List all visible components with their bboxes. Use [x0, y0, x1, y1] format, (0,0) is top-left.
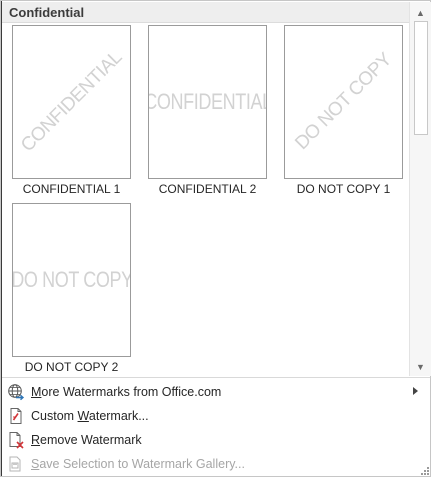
gallery-section-title: Confidential — [9, 5, 85, 20]
watermark-preview-text: CONFIDENTIAL — [16, 47, 126, 157]
scroll-up-arrow-icon[interactable]: ▲ — [410, 4, 431, 22]
save-selection-menu-item: Save Selection to Watermark Gallery... — [2, 453, 430, 476]
scrollbar-thumb[interactable] — [414, 21, 428, 135]
watermark-preview-text: DO NOT COPY — [12, 267, 131, 292]
watermark-thumbnail: CONFIDENTIAL — [12, 25, 131, 179]
gallery-scrollbar[interactable]: ▲ ▼ — [409, 2, 431, 376]
more-watermarks-label: More Watermarks from Office.com — [31, 385, 222, 399]
watermark-caption: CONFIDENTIAL 1 — [22, 182, 121, 196]
remove-document-icon — [7, 431, 25, 449]
scroll-down-arrow-icon[interactable]: ▼ — [410, 358, 431, 376]
watermark-thumbnail: DO NOT COPY — [12, 203, 131, 357]
watermark-caption: CONFIDENTIAL 2 — [158, 182, 257, 196]
submenu-arrow-icon — [413, 387, 418, 395]
remove-watermark-label: Remove Watermark — [31, 433, 142, 447]
save-to-gallery-icon — [7, 455, 25, 473]
custom-document-icon — [7, 407, 25, 425]
more-watermarks-menu-item[interactable]: More Watermarks from Office.com — [2, 381, 430, 404]
watermark-thumbnail: DO NOT COPY — [284, 25, 403, 179]
watermark-thumbnail: CONFIDENTIAL — [148, 25, 267, 179]
globe-arrow-icon — [7, 383, 25, 401]
watermark-preview-text: CONFIDENTIAL — [148, 89, 267, 114]
menu-separator — [2, 377, 430, 378]
custom-watermark-menu-item[interactable]: Custom Watermark... — [2, 405, 430, 428]
watermark-dropdown-panel: Confidential CONFIDENTIAL CONFIDENTIAL 1… — [0, 0, 431, 477]
custom-watermark-label: Custom Watermark... — [31, 409, 149, 423]
watermark-caption: DO NOT COPY 1 — [296, 182, 391, 196]
gallery-section-header: Confidential — [2, 2, 409, 23]
resize-grip-icon[interactable] — [421, 467, 429, 475]
watermark-caption: DO NOT COPY 2 — [24, 360, 119, 374]
remove-watermark-menu-item[interactable]: Remove Watermark — [2, 429, 430, 452]
save-selection-label: Save Selection to Watermark Gallery... — [31, 457, 245, 471]
watermark-preview-text: DO NOT COPY — [290, 49, 396, 155]
